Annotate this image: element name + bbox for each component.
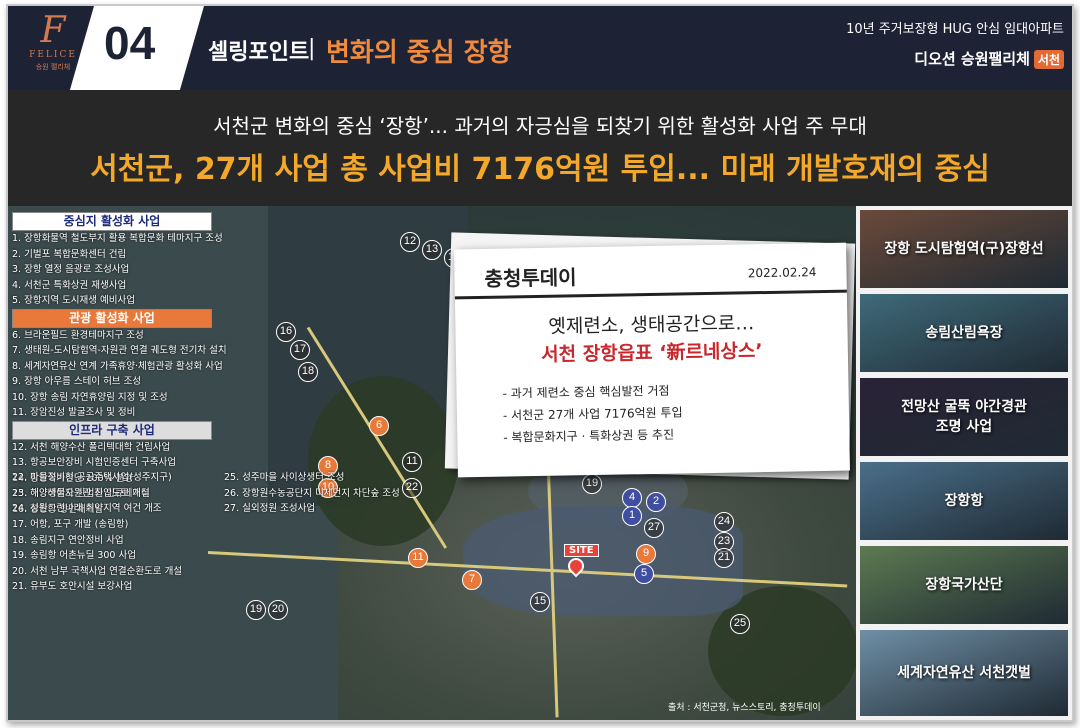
- headline-band: 서천군 변화의 중심 ‘장항’... 과거의 자긍심을 되찾기 위한 활성화 사…: [8, 90, 1072, 206]
- map-marker[interactable]: 17: [290, 340, 310, 360]
- list-item: 24. 성원그린나래 취약지역 여건 개조: [12, 503, 162, 514]
- list-item: 22. 마을정비형 공공주택사업(성주지구): [12, 472, 172, 483]
- map-source-note: 출처 : 서천군청, 뉴스스토리, 충청투데이: [668, 703, 821, 713]
- list-item: 13. 항공보안장비 시험인증센터 구축사업: [12, 457, 177, 468]
- map-marker[interactable]: 20: [268, 600, 288, 620]
- map-town-area: [463, 506, 743, 616]
- brand-name: 디오션 승원팰리체: [914, 50, 1030, 68]
- project-list: 중심지 활성화 사업 1. 장항화물역 철도부지 활용 복합문화 테마지구 조성…: [8, 212, 227, 595]
- map-marker[interactable]: 24: [714, 512, 734, 532]
- photo-card[interactable]: 전망산 굴뚝 야간경관 조명 사업: [860, 378, 1068, 456]
- brand-name-row: 디오션 승원팰리체 서천: [914, 48, 1064, 69]
- map-marker[interactable]: 16: [276, 322, 296, 342]
- brand-tagline: 10년 주거보장형 HUG 안심 임대아파트: [846, 22, 1064, 37]
- photo-column: 장항 도시탐험역(구)장항선 송림산림욕장 전망산 굴뚝 야간경관 조명 사업 …: [856, 206, 1072, 720]
- title-separator: |: [308, 36, 316, 61]
- list-section-title: 관광 활성화 사업: [12, 308, 212, 328]
- list-item: 9. 장항 아우름 스테이 허브 조성: [12, 376, 142, 387]
- logo-name: FELICE: [29, 50, 77, 60]
- map-marker[interactable]: 11: [402, 452, 422, 472]
- photo-label: 장항 도시탐험역(구)장항선: [884, 241, 1044, 257]
- list-row: 23. 해양생물자원관 진입도로 개설 26. 장항원수농공단지 미세먼지 차단…: [8, 486, 508, 502]
- news-bullet: - 과거 제련소 중심 핵심발전 거점: [502, 383, 670, 401]
- photo-card[interactable]: 송림산림욕장: [860, 294, 1068, 372]
- list-item: 12. 서천 해양수산 폴리텍대학 건립사업: [12, 441, 171, 453]
- photo-label: 송림산림욕장: [925, 325, 1003, 341]
- project-list-two-column: 22. 마을정비형 공공주택사업(성주지구) 25. 성주마을 사이상생터 조성…: [8, 470, 508, 517]
- list-item: 25. 성주마을 사이상생터 조성: [224, 472, 345, 483]
- news-clipping: 충청투데이 2022.02.24 옛제련소, 생태공간으로… 서천 장항읍표 ‘…: [454, 242, 850, 478]
- list-item: 7. 생태원-도시탐험역-자원관 연결 궤도형 전기차 설치: [12, 345, 227, 356]
- map-marker[interactable]: 19: [246, 600, 266, 620]
- photo-card[interactable]: 장항국가산단: [860, 546, 1068, 624]
- news-bullet: - 복합문화지구 · 특화상권 등 추진: [503, 427, 675, 445]
- map-marker[interactable]: 21: [714, 548, 734, 568]
- list-item: 23. 해양생물자원관 진입도로 개설: [12, 487, 150, 499]
- map-marker[interactable]: 18: [298, 362, 318, 382]
- map-marker[interactable]: 13: [422, 240, 442, 260]
- list-section-title: 인프라 구축 사업: [12, 420, 212, 440]
- map-marker[interactable]: 4: [622, 488, 642, 508]
- photo-card[interactable]: 세계자연유산 서천갯벌: [860, 630, 1068, 716]
- list-item: 1. 장항화물역 철도부지 활용 복합문화 테마지구 조성: [12, 233, 223, 244]
- section-label: 셀링포인트: [208, 40, 310, 65]
- list-item: 2. 기벌포 복합문화센터 건립: [12, 248, 127, 260]
- photo-label: 세계자연유산 서천갯벌: [897, 665, 1031, 681]
- news-masthead: 충청투데이 2022.02.24: [454, 242, 847, 300]
- header-bar: F FELICE 승원 팰리체 04 셀링포인트 | 변화의 중심 장항 10년…: [8, 6, 1072, 90]
- list-row: 24. 성원그린나래 취약지역 여건 개조 27. 실외정원 조성사업: [8, 501, 508, 517]
- page-frame: F FELICE 승원 팰리체 04 셀링포인트 | 변화의 중심 장항 10년…: [6, 4, 1074, 722]
- list-row: 22. 마을정비형 공공주택사업(성주지구) 25. 성주마을 사이상생터 조성: [8, 470, 508, 486]
- map-marker[interactable]: 12: [400, 232, 420, 252]
- list-item: 17. 어항, 포구 개발 (송림항): [12, 519, 129, 530]
- news-date: 2022.02.24: [747, 265, 817, 281]
- list-item: 26. 장항원수농공단지 미세먼지 차단숲 조성: [224, 487, 400, 499]
- photo-card[interactable]: 장항 도시탐험역(구)장항선: [860, 210, 1068, 288]
- list-item: 21. 유부도 호안시설 보강사업: [12, 581, 133, 592]
- photo-card[interactable]: 장항항: [860, 462, 1068, 540]
- map-marker[interactable]: 27: [644, 518, 664, 538]
- site-label: SITE: [564, 544, 599, 557]
- list-item: 3. 장항 열정 음광로 조성사업: [12, 264, 130, 275]
- list-item: 18. 송림지구 연안정비 사업: [12, 534, 124, 546]
- map-marker[interactable]: 19: [582, 474, 602, 494]
- headline-subtitle: 서천군 변화의 중심 ‘장항’... 과거의 자긍심을 되찾기 위한 활성화 사…: [213, 114, 867, 138]
- news-headline-highlight: 서천 장항읍표 ‘新르네상스’: [540, 340, 763, 366]
- map-marker[interactable]: 1: [622, 506, 642, 526]
- map-marker[interactable]: 11: [408, 548, 428, 568]
- photo-label: 전망산 굴뚝 야간경관 조명 사업: [901, 399, 1027, 435]
- list-item: 10. 장항 송림 자연휴양림 지정 및 조성: [12, 391, 168, 403]
- list-item: 8. 세계자연유산 연계 가족휴양·체험관광 활성화 사업: [12, 360, 223, 372]
- region-badge: 서천: [1033, 50, 1064, 69]
- logo-letter: F: [40, 10, 66, 51]
- photo-label: 장항국가산단: [925, 577, 1003, 593]
- list-item: 19. 송림항 어촌뉴딜 300 사업: [12, 550, 136, 561]
- list-item: 20. 서천 남부 국책사업 연결순환도로 개설: [12, 565, 183, 577]
- list-item: 6. 브라운필드 환경테마지구 조성: [12, 329, 144, 341]
- headline-main: 서천군, 27개 사업 총 사업비 7176억원 투입... 미래 개발호재의 …: [90, 152, 990, 187]
- map-marker[interactable]: 5: [634, 564, 654, 584]
- list-item: 4. 서천군 특화상권 재생사업: [12, 279, 127, 291]
- list-section-title: 중심지 활성화 사업: [12, 212, 212, 231]
- news-paper-name: 충청투데이: [484, 265, 577, 291]
- map-marker[interactable]: 25: [730, 614, 750, 634]
- map-marker[interactable]: 7: [462, 570, 482, 590]
- map-marker[interactable]: 6: [369, 416, 389, 436]
- map-marker[interactable]: 9: [636, 544, 656, 564]
- map-marker[interactable]: 2: [646, 492, 666, 512]
- list-item: 5. 장항지역 도시재생 예비사업: [12, 295, 136, 306]
- list-item: 11. 장암진성 발굴조사 및 정비: [12, 407, 136, 418]
- map-marker[interactable]: 15: [530, 592, 550, 612]
- photo-label: 장항항: [944, 493, 984, 509]
- page-title: 변화의 중심 장항: [326, 38, 512, 68]
- news-bullet: - 서천군 27개 사업 7176억원 투입: [502, 405, 683, 423]
- section-number: 04: [104, 17, 156, 69]
- list-item: 27. 실외정원 조성사업: [224, 503, 316, 514]
